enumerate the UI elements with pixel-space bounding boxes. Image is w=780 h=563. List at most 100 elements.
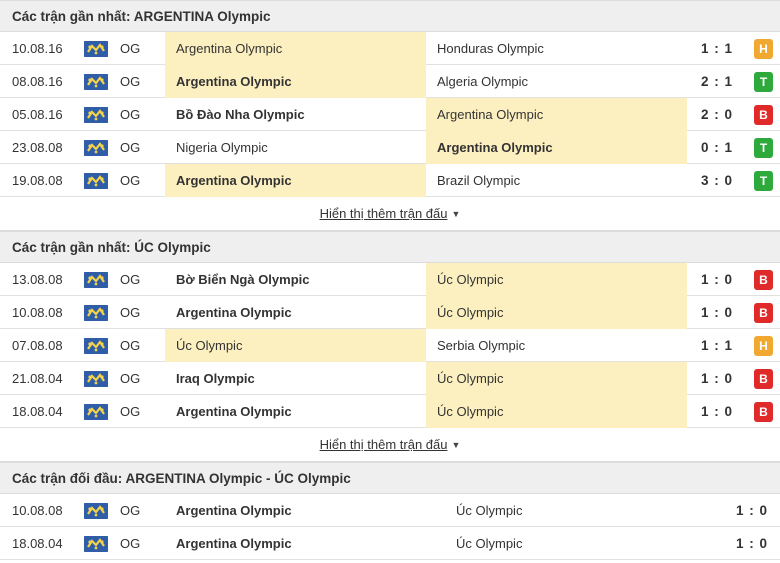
competition-code: OG [120,40,141,56]
home-team[interactable]: Argentina Olympic [165,65,426,98]
home-team[interactable]: Argentina Olympic [165,296,426,329]
match-row[interactable]: 10.08.08 OG Argentina Olympic Úc Olympic 1 :… [0,296,780,329]
away-team[interactable]: Úc Olympic [445,494,695,527]
match-row[interactable]: 05.08.16 OG Bồ Đào Nha Olympic Argentina Ol… [0,98,780,131]
olympic-flag-icon [84,140,108,156]
away-team[interactable]: Serbia Olympic [426,329,687,362]
result-badge: B [754,402,773,422]
competition-code: OG [120,337,141,353]
home-team[interactable]: Bờ Biển Ngà Olympic [165,263,426,296]
competition-code: OG [120,73,141,89]
away-team-name: Argentina Olympic [437,107,544,122]
olympic-flag-icon [84,371,108,387]
olympic-flag-icon [84,41,108,57]
home-team[interactable]: Argentina Olympic [165,32,426,65]
match-date: 23.08.08 [12,139,63,155]
home-team[interactable]: Iraq Olympic [165,362,426,395]
competition-code: OG [120,535,141,551]
home-team-name: Nigeria Olympic [176,140,268,155]
home-team-name: Argentina Olympic [176,74,292,89]
home-team[interactable]: Bồ Đào Nha Olympic [165,98,426,131]
match-score: 1 : 1 [700,337,733,353]
home-team-name: Argentina Olympic [176,305,292,320]
result-badge: B [754,105,773,125]
olympic-flag-icon [84,338,108,354]
away-team-name: Úc Olympic [437,305,504,320]
match-row[interactable]: 18.08.04 OG Argentina Olympic Úc Olympic 1 :… [0,395,780,428]
match-score: 1 : 0 [735,535,768,551]
home-team-name: Argentina Olympic [176,404,292,419]
match-score: 1 : 0 [700,403,733,419]
match-date: 07.08.08 [12,337,63,353]
competition-code: OG [120,502,141,518]
home-team[interactable]: Úc Olympic [165,329,426,362]
olympic-flag-icon [84,74,108,90]
match-date: 10.08.08 [12,502,63,518]
match-row[interactable]: 13.08.08 OG Bờ Biển Ngà Olympic Úc Olympic 1… [0,263,780,296]
home-team[interactable]: Argentina Olympic [165,527,445,560]
competition-code: OG [120,271,141,287]
away-team[interactable]: Honduras Olympic [426,32,687,65]
away-team[interactable]: Úc Olympic [426,362,687,395]
match-score: 1 : 0 [700,304,733,320]
home-team-name: Bồ Đào Nha Olympic [176,107,305,122]
match-row[interactable]: 08.08.16 OG Argentina Olympic Algeria Olymp… [0,65,780,98]
result-badge: B [754,303,773,323]
away-team-name: Úc Olympic [437,272,504,287]
away-team[interactable]: Úc Olympic [426,395,687,428]
away-team[interactable]: Argentina Olympic [426,131,687,164]
show-more-link[interactable]: Hiển thị thêm trận đấu [320,437,448,452]
olympic-flag-icon [84,536,108,552]
home-team-name: Iraq Olympic [176,371,255,386]
home-team-name: Úc Olympic [176,338,243,353]
match-date: 13.08.08 [12,271,63,287]
away-team[interactable]: Úc Olympic [426,296,687,329]
head-to-head: Các trận đối đầu: ARGENTINA Olympic - ÚC… [0,462,780,560]
away-team-name: Úc Olympic [456,503,523,518]
match-row[interactable]: 21.08.04 OG Iraq Olympic Úc Olympic 1 : 0 B [0,362,780,395]
away-team[interactable]: Brazil Olympic [426,164,687,197]
away-team[interactable]: Úc Olympic [426,263,687,296]
competition-code: OG [120,370,141,386]
home-team[interactable]: Argentina Olympic [165,395,426,428]
result-badge: T [754,72,773,92]
section-title: Các trận đối đầu: ARGENTINA Olympic - ÚC… [0,462,780,494]
result-badge: B [754,369,773,389]
match-date: 21.08.04 [12,370,63,386]
away-team[interactable]: Úc Olympic [445,527,695,560]
show-more-link[interactable]: Hiển thị thêm trận đấu [320,206,448,221]
caret-down-icon[interactable]: ▼ [451,209,460,219]
match-score: 1 : 1 [700,40,733,56]
match-row[interactable]: 07.08.08 OG Úc Olympic Serbia Olympic 1 : 1 H [0,329,780,362]
match-date: 18.08.04 [12,403,63,419]
match-row[interactable]: 10.08.16 OG Argentina Olympic Honduras Olym… [0,32,780,65]
away-team[interactable]: Algeria Olympic [426,65,687,98]
home-team[interactable]: Nigeria Olympic [165,131,426,164]
competition-code: OG [120,172,141,188]
result-badge: H [754,336,773,356]
olympic-flag-icon [84,404,108,420]
match-row[interactable]: 18.08.04 OG Argentina Olympic Úc Olympic 1 :… [0,527,780,560]
home-team[interactable]: Argentina Olympic [165,494,445,527]
result-badge: T [754,138,773,158]
competition-code: OG [120,304,141,320]
section-title: Các trận gần nhất: ARGENTINA Olympic [0,0,780,32]
caret-down-icon[interactable]: ▼ [451,440,460,450]
away-team[interactable]: Argentina Olympic [426,98,687,131]
match-row[interactable]: 10.08.08 OG Argentina Olympic Úc Olympic 1 :… [0,494,780,527]
match-score: 1 : 0 [735,502,768,518]
match-date: 10.08.16 [12,40,63,56]
competition-code: OG [120,106,141,122]
match-row[interactable]: 23.08.08 OG Nigeria Olympic Argentina Olymp… [0,131,780,164]
match-history: Các trận gần nhất: ARGENTINA Olympic 10.0… [0,0,780,560]
section-title: Các trận gần nhất: ÚC Olympic [0,231,780,263]
home-team-name: Bờ Biển Ngà Olympic [176,272,310,287]
result-badge: T [754,171,773,191]
away-team-name: Algeria Olympic [437,74,529,89]
away-team-name: Brazil Olympic [437,173,521,188]
olympic-flag-icon [84,272,108,288]
match-row[interactable]: 19.08.08 OG Argentina Olympic Brazil Olympi… [0,164,780,197]
competition-code: OG [120,139,141,155]
home-team[interactable]: Argentina Olympic [165,164,426,197]
match-date: 18.08.04 [12,535,63,551]
